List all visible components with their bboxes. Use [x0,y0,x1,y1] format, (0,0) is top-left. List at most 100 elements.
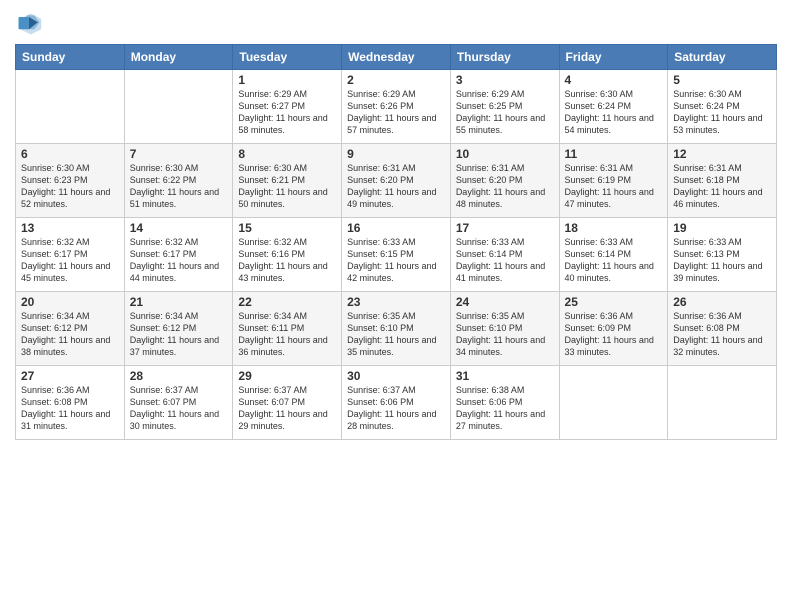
weekday-header-tuesday: Tuesday [233,45,342,70]
weekday-header-wednesday: Wednesday [342,45,451,70]
day-number: 12 [673,147,771,161]
day-info: Sunrise: 6:30 AM Sunset: 6:22 PM Dayligh… [130,162,228,211]
day-number: 2 [347,73,445,87]
day-number: 11 [565,147,663,161]
calendar-cell: 8Sunrise: 6:30 AM Sunset: 6:21 PM Daylig… [233,144,342,218]
day-info: Sunrise: 6:35 AM Sunset: 6:10 PM Dayligh… [347,310,445,359]
calendar-cell: 29Sunrise: 6:37 AM Sunset: 6:07 PM Dayli… [233,366,342,440]
day-info: Sunrise: 6:29 AM Sunset: 6:25 PM Dayligh… [456,88,554,137]
calendar-cell: 19Sunrise: 6:33 AM Sunset: 6:13 PM Dayli… [668,218,777,292]
day-info: Sunrise: 6:33 AM Sunset: 6:14 PM Dayligh… [456,236,554,285]
day-number: 14 [130,221,228,235]
calendar-cell: 12Sunrise: 6:31 AM Sunset: 6:18 PM Dayli… [668,144,777,218]
day-number: 9 [347,147,445,161]
day-number: 21 [130,295,228,309]
calendar-cell [124,70,233,144]
day-number: 15 [238,221,336,235]
day-number: 27 [21,369,119,383]
day-number: 4 [565,73,663,87]
calendar-cell: 23Sunrise: 6:35 AM Sunset: 6:10 PM Dayli… [342,292,451,366]
calendar-cell: 27Sunrise: 6:36 AM Sunset: 6:08 PM Dayli… [16,366,125,440]
calendar-cell [559,366,668,440]
day-info: Sunrise: 6:30 AM Sunset: 6:24 PM Dayligh… [673,88,771,137]
day-info: Sunrise: 6:33 AM Sunset: 6:15 PM Dayligh… [347,236,445,285]
day-info: Sunrise: 6:37 AM Sunset: 6:07 PM Dayligh… [130,384,228,433]
week-row-2: 13Sunrise: 6:32 AM Sunset: 6:17 PM Dayli… [16,218,777,292]
day-number: 8 [238,147,336,161]
day-info: Sunrise: 6:31 AM Sunset: 6:20 PM Dayligh… [456,162,554,211]
weekday-header-friday: Friday [559,45,668,70]
calendar-cell: 7Sunrise: 6:30 AM Sunset: 6:22 PM Daylig… [124,144,233,218]
calendar-cell: 3Sunrise: 6:29 AM Sunset: 6:25 PM Daylig… [450,70,559,144]
header [15,10,777,38]
logo [15,10,47,38]
day-info: Sunrise: 6:35 AM Sunset: 6:10 PM Dayligh… [456,310,554,359]
calendar-cell: 30Sunrise: 6:37 AM Sunset: 6:06 PM Dayli… [342,366,451,440]
weekday-header-saturday: Saturday [668,45,777,70]
day-number: 6 [21,147,119,161]
weekday-header-sunday: Sunday [16,45,125,70]
calendar-cell: 28Sunrise: 6:37 AM Sunset: 6:07 PM Dayli… [124,366,233,440]
day-info: Sunrise: 6:37 AM Sunset: 6:07 PM Dayligh… [238,384,336,433]
calendar-cell: 6Sunrise: 6:30 AM Sunset: 6:23 PM Daylig… [16,144,125,218]
day-info: Sunrise: 6:30 AM Sunset: 6:21 PM Dayligh… [238,162,336,211]
day-info: Sunrise: 6:33 AM Sunset: 6:14 PM Dayligh… [565,236,663,285]
weekday-header-row: SundayMondayTuesdayWednesdayThursdayFrid… [16,45,777,70]
day-info: Sunrise: 6:34 AM Sunset: 6:12 PM Dayligh… [21,310,119,359]
day-number: 31 [456,369,554,383]
calendar-cell: 14Sunrise: 6:32 AM Sunset: 6:17 PM Dayli… [124,218,233,292]
day-number: 23 [347,295,445,309]
day-info: Sunrise: 6:32 AM Sunset: 6:17 PM Dayligh… [130,236,228,285]
calendar-cell: 24Sunrise: 6:35 AM Sunset: 6:10 PM Dayli… [450,292,559,366]
calendar-cell: 15Sunrise: 6:32 AM Sunset: 6:16 PM Dayli… [233,218,342,292]
calendar-cell [16,70,125,144]
day-info: Sunrise: 6:29 AM Sunset: 6:27 PM Dayligh… [238,88,336,137]
calendar-cell: 10Sunrise: 6:31 AM Sunset: 6:20 PM Dayli… [450,144,559,218]
day-info: Sunrise: 6:34 AM Sunset: 6:12 PM Dayligh… [130,310,228,359]
logo-icon [15,10,43,38]
day-number: 28 [130,369,228,383]
day-info: Sunrise: 6:29 AM Sunset: 6:26 PM Dayligh… [347,88,445,137]
calendar-cell: 1Sunrise: 6:29 AM Sunset: 6:27 PM Daylig… [233,70,342,144]
calendar-cell: 26Sunrise: 6:36 AM Sunset: 6:08 PM Dayli… [668,292,777,366]
day-number: 24 [456,295,554,309]
week-row-4: 27Sunrise: 6:36 AM Sunset: 6:08 PM Dayli… [16,366,777,440]
day-info: Sunrise: 6:36 AM Sunset: 6:09 PM Dayligh… [565,310,663,359]
day-info: Sunrise: 6:30 AM Sunset: 6:23 PM Dayligh… [21,162,119,211]
calendar-cell: 21Sunrise: 6:34 AM Sunset: 6:12 PM Dayli… [124,292,233,366]
day-number: 18 [565,221,663,235]
day-number: 25 [565,295,663,309]
calendar-cell: 31Sunrise: 6:38 AM Sunset: 6:06 PM Dayli… [450,366,559,440]
day-number: 17 [456,221,554,235]
day-number: 13 [21,221,119,235]
day-info: Sunrise: 6:31 AM Sunset: 6:20 PM Dayligh… [347,162,445,211]
day-number: 29 [238,369,336,383]
calendar-cell: 13Sunrise: 6:32 AM Sunset: 6:17 PM Dayli… [16,218,125,292]
day-info: Sunrise: 6:32 AM Sunset: 6:17 PM Dayligh… [21,236,119,285]
day-info: Sunrise: 6:37 AM Sunset: 6:06 PM Dayligh… [347,384,445,433]
calendar-cell: 11Sunrise: 6:31 AM Sunset: 6:19 PM Dayli… [559,144,668,218]
week-row-0: 1Sunrise: 6:29 AM Sunset: 6:27 PM Daylig… [16,70,777,144]
calendar-cell: 2Sunrise: 6:29 AM Sunset: 6:26 PM Daylig… [342,70,451,144]
calendar-cell: 9Sunrise: 6:31 AM Sunset: 6:20 PM Daylig… [342,144,451,218]
day-number: 5 [673,73,771,87]
calendar-table: SundayMondayTuesdayWednesdayThursdayFrid… [15,44,777,440]
day-number: 30 [347,369,445,383]
day-info: Sunrise: 6:30 AM Sunset: 6:24 PM Dayligh… [565,88,663,137]
day-info: Sunrise: 6:38 AM Sunset: 6:06 PM Dayligh… [456,384,554,433]
weekday-header-thursday: Thursday [450,45,559,70]
calendar-cell: 18Sunrise: 6:33 AM Sunset: 6:14 PM Dayli… [559,218,668,292]
day-number: 1 [238,73,336,87]
day-info: Sunrise: 6:31 AM Sunset: 6:18 PM Dayligh… [673,162,771,211]
calendar-body: 1Sunrise: 6:29 AM Sunset: 6:27 PM Daylig… [16,70,777,440]
day-number: 22 [238,295,336,309]
calendar-cell: 22Sunrise: 6:34 AM Sunset: 6:11 PM Dayli… [233,292,342,366]
day-info: Sunrise: 6:36 AM Sunset: 6:08 PM Dayligh… [673,310,771,359]
page: SundayMondayTuesdayWednesdayThursdayFrid… [0,0,792,612]
week-row-3: 20Sunrise: 6:34 AM Sunset: 6:12 PM Dayli… [16,292,777,366]
calendar-cell: 20Sunrise: 6:34 AM Sunset: 6:12 PM Dayli… [16,292,125,366]
calendar-cell: 4Sunrise: 6:30 AM Sunset: 6:24 PM Daylig… [559,70,668,144]
weekday-header-monday: Monday [124,45,233,70]
calendar-cell: 5Sunrise: 6:30 AM Sunset: 6:24 PM Daylig… [668,70,777,144]
day-info: Sunrise: 6:34 AM Sunset: 6:11 PM Dayligh… [238,310,336,359]
